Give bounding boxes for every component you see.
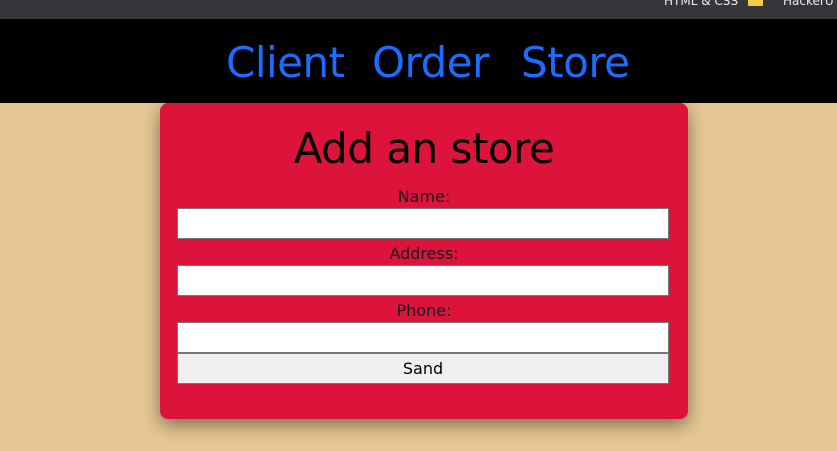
phone-input[interactable] [177,322,669,353]
top-navigation: Client Order Store [0,19,837,103]
name-input[interactable] [177,208,669,239]
bookmark-html-css[interactable]: HTML & CSS [664,0,738,8]
form-title: Add an store [293,124,555,173]
nav-link-client[interactable]: Client [226,37,345,89]
nav-link-store[interactable]: Store [521,37,630,89]
address-label: Address: [389,244,459,263]
folder-icon [748,0,763,6]
phone-label: Phone: [396,301,452,320]
address-input[interactable] [177,265,669,296]
nav-link-order[interactable]: Order [372,37,489,89]
add-store-form: Add an store Name: Address: Phone: Sand [160,103,688,419]
name-label: Name: [397,187,451,206]
bookmark-hackeru[interactable]: HackerU [783,0,834,8]
browser-bookmarks-bar: HTML & CSS HackerU [0,0,837,19]
send-button[interactable]: Sand [177,353,669,384]
